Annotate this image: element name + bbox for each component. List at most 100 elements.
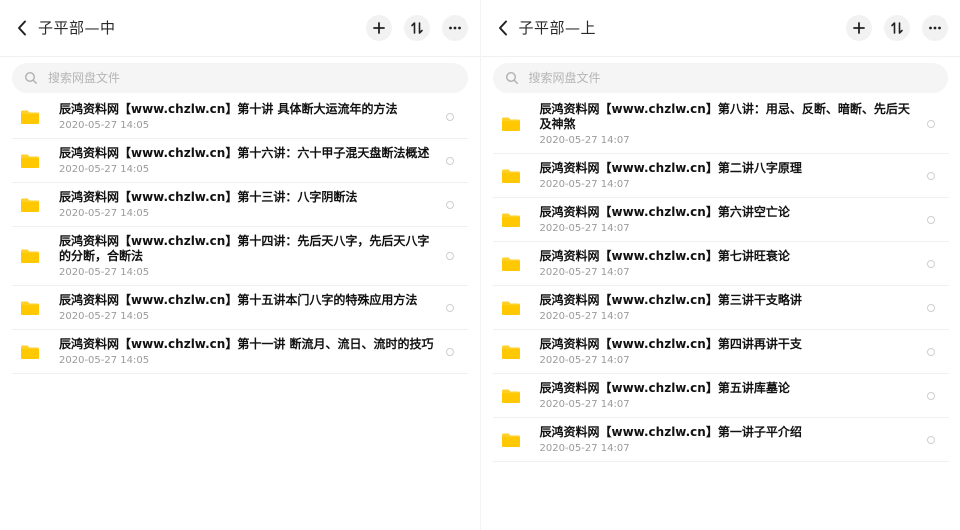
add-button[interactable] (846, 15, 872, 41)
list-item[interactable]: 辰鸿资料网【www.chzlw.cn】第一讲子平介绍 2020-05-27 14… (492, 418, 949, 462)
folder-icon (501, 389, 520, 403)
search-icon (24, 71, 38, 85)
search-input[interactable] (46, 70, 468, 86)
more-dots-icon (929, 26, 941, 30)
select-radio[interactable] (926, 215, 935, 224)
sort-icon (891, 22, 903, 34)
sort-button[interactable] (403, 15, 430, 41)
file-list: 辰鸿资料网【www.chzlw.cn】第十讲 具体断大运流年的方法 2020-0… (0, 95, 480, 374)
header-actions (365, 15, 468, 41)
header-divider (0, 56, 480, 57)
list-item[interactable]: 辰鸿资料网【www.chzlw.cn】第十一讲 断流月、流日、流时的技巧 202… (12, 330, 468, 374)
file-name: 辰鸿资料网【www.chzlw.cn】第六讲空亡论 (539, 205, 790, 219)
sort-button[interactable] (884, 15, 910, 41)
select-radio[interactable] (446, 252, 454, 260)
folder-icon (21, 110, 39, 124)
file-name: 辰鸿资料网【www.chzlw.cn】第十四讲：先后天八字，先后天八字的分断，合… (59, 234, 430, 263)
folder-icon (501, 301, 520, 315)
list-item[interactable]: 辰鸿资料网【www.chzlw.cn】第六讲空亡论 2020-05-27 14:… (492, 198, 949, 242)
page-title: 子平部—中 (38, 19, 116, 37)
header: 子平部—中 (0, 0, 480, 56)
header: 子平部—上 (481, 0, 960, 56)
folder-icon (501, 169, 520, 183)
more-button[interactable] (441, 15, 468, 41)
file-date: 2020-05-27 14:07 (539, 311, 630, 322)
select-radio[interactable] (446, 112, 454, 121)
folder-icon (21, 198, 39, 212)
file-name: 辰鸿资料网【www.chzlw.cn】第七讲旺衰论 (539, 249, 790, 263)
pane-right: 子平部—上 辰 (479, 0, 960, 530)
add-button[interactable] (365, 15, 392, 41)
app-window: 子平部—中 辰 (0, 0, 960, 530)
folder-icon (501, 257, 520, 271)
file-date: 2020-05-27 14:07 (539, 355, 630, 366)
file-name: 辰鸿资料网【www.chzlw.cn】第十六讲：六十甲子混天盘断法概述 (59, 146, 430, 160)
file-name: 辰鸿资料网【www.chzlw.cn】第一讲子平介绍 (539, 425, 802, 439)
header-actions (846, 15, 948, 41)
file-name: 辰鸿资料网【www.chzlw.cn】第八讲：用忌、反断、暗断、先后天及神煞 (539, 102, 910, 131)
file-date: 2020-05-27 14:07 (539, 179, 630, 190)
file-name: 辰鸿资料网【www.chzlw.cn】第十一讲 断流月、流日、流时的技巧 (59, 337, 434, 351)
file-name: 辰鸿资料网【www.chzlw.cn】第二讲八字原理 (539, 161, 802, 175)
select-radio[interactable] (446, 347, 454, 356)
folder-icon (501, 433, 520, 447)
select-radio[interactable] (926, 391, 935, 400)
file-date: 2020-05-27 14:05 (59, 208, 150, 219)
more-button[interactable] (922, 15, 948, 41)
select-radio[interactable] (926, 435, 935, 444)
select-radio[interactable] (446, 156, 454, 165)
list-item[interactable]: 辰鸿资料网【www.chzlw.cn】第十四讲：先后天八字，先后天八字的分断，合… (12, 227, 468, 286)
search-bar[interactable] (12, 63, 468, 93)
sort-icon (410, 22, 423, 34)
list-item[interactable]: 辰鸿资料网【www.chzlw.cn】第四讲再讲干支 2020-05-27 14… (492, 330, 949, 374)
back-button[interactable] (495, 18, 511, 38)
select-radio[interactable] (446, 200, 454, 209)
chevron-left-icon (18, 20, 26, 36)
list-item[interactable]: 辰鸿资料网【www.chzlw.cn】第七讲旺衰论 2020-05-27 14:… (492, 242, 949, 286)
file-date: 2020-05-27 14:07 (539, 135, 630, 146)
select-radio[interactable] (926, 303, 935, 312)
header-divider (480, 56, 960, 57)
select-radio[interactable] (446, 303, 454, 312)
file-date: 2020-05-27 14:07 (539, 223, 630, 234)
select-radio[interactable] (926, 120, 935, 128)
select-radio[interactable] (926, 171, 935, 180)
select-radio[interactable] (926, 347, 935, 356)
file-name: 辰鸿资料网【www.chzlw.cn】第三讲干支略讲 (539, 293, 802, 307)
file-name: 辰鸿资料网【www.chzlw.cn】第五讲库墓论 (539, 381, 790, 395)
select-radio[interactable] (926, 259, 935, 268)
file-date: 2020-05-27 14:05 (59, 355, 150, 366)
list-item[interactable]: 辰鸿资料网【www.chzlw.cn】第三讲干支略讲 2020-05-27 14… (492, 286, 949, 330)
file-date: 2020-05-27 14:05 (59, 120, 150, 131)
file-date: 2020-05-27 14:05 (59, 164, 150, 175)
back-button[interactable] (14, 18, 30, 38)
folder-icon (21, 345, 39, 359)
search-icon (505, 71, 519, 85)
plus-icon (372, 22, 385, 34)
folder-icon (501, 213, 520, 227)
file-date: 2020-05-27 14:07 (539, 443, 630, 454)
file-name: 辰鸿资料网【www.chzlw.cn】第四讲再讲干支 (539, 337, 802, 351)
page-title: 子平部—上 (518, 19, 597, 37)
list-item[interactable]: 辰鸿资料网【www.chzlw.cn】第十六讲：六十甲子混天盘断法概述 2020… (12, 139, 468, 183)
list-item[interactable]: 辰鸿资料网【www.chzlw.cn】第五讲库墓论 2020-05-27 14:… (492, 374, 949, 418)
folder-icon (501, 345, 520, 359)
chevron-left-icon (498, 20, 507, 36)
search-bar[interactable] (492, 63, 948, 93)
search-input[interactable] (526, 70, 948, 86)
pane-left: 子平部—中 辰 (0, 0, 480, 530)
folder-icon (21, 301, 39, 315)
plus-icon (853, 22, 865, 34)
list-item[interactable]: 辰鸿资料网【www.chzlw.cn】第八讲：用忌、反断、暗断、先后天及神煞 2… (492, 95, 949, 154)
list-item[interactable]: 辰鸿资料网【www.chzlw.cn】第十讲 具体断大运流年的方法 2020-0… (12, 95, 468, 139)
file-list: 辰鸿资料网【www.chzlw.cn】第八讲：用忌、反断、暗断、先后天及神煞 2… (481, 95, 960, 462)
file-name: 辰鸿资料网【www.chzlw.cn】第十五讲本门八字的特殊应用方法 (59, 293, 418, 307)
list-item[interactable]: 辰鸿资料网【www.chzlw.cn】第十三讲：八字阴断法 2020-05-27… (12, 183, 468, 227)
list-item[interactable]: 辰鸿资料网【www.chzlw.cn】第二讲八字原理 2020-05-27 14… (492, 154, 949, 198)
folder-icon (501, 117, 520, 131)
file-date: 2020-05-27 14:07 (539, 399, 630, 410)
file-date: 2020-05-27 14:05 (59, 267, 150, 278)
file-date: 2020-05-27 14:05 (59, 311, 150, 322)
file-name: 辰鸿资料网【www.chzlw.cn】第十三讲：八字阴断法 (59, 190, 358, 204)
list-item[interactable]: 辰鸿资料网【www.chzlw.cn】第十五讲本门八字的特殊应用方法 2020-… (12, 286, 468, 330)
